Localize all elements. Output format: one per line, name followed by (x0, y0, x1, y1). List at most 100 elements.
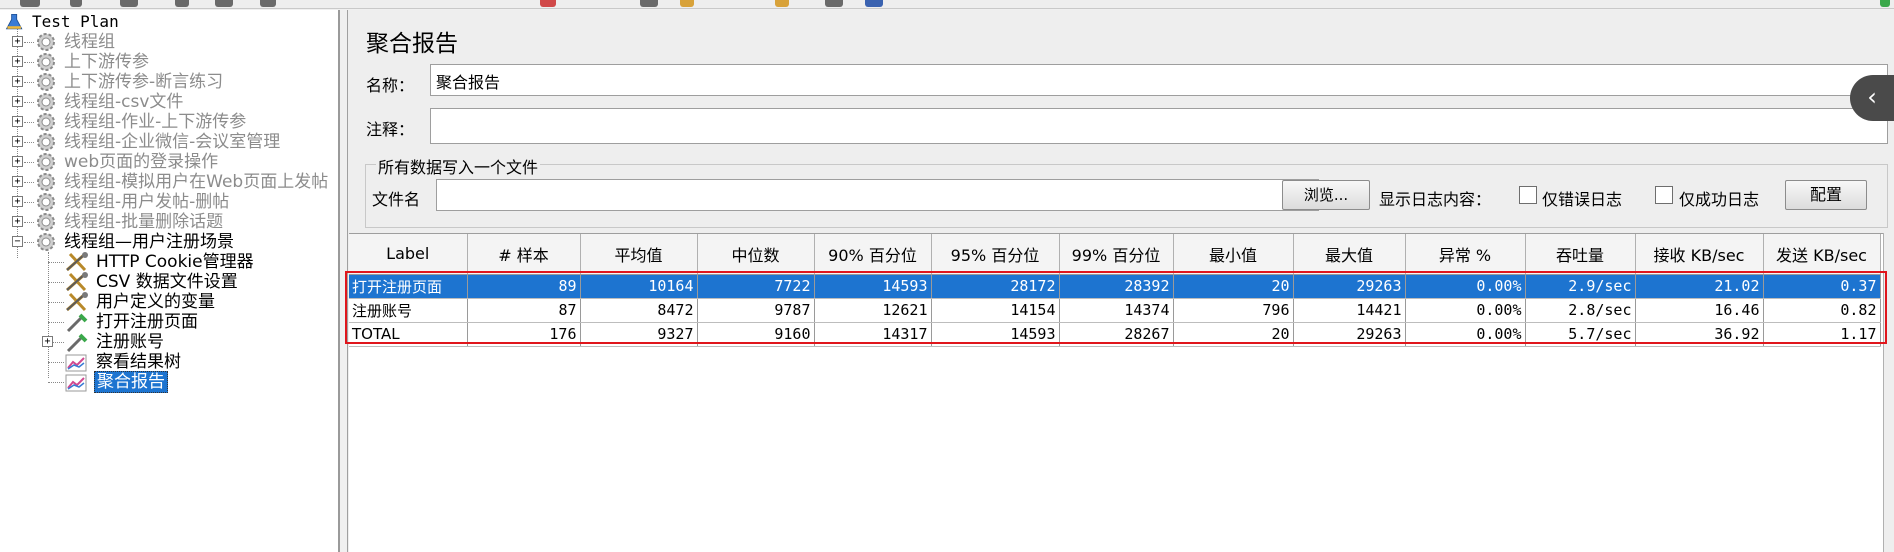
table-cell: 29263 (1293, 274, 1406, 299)
toolbar-icon[interactable] (20, 0, 40, 7)
column-header[interactable]: 中位数 (697, 234, 815, 275)
name-label: 名称： (366, 76, 415, 95)
errors-only-checkbox[interactable] (1519, 186, 1537, 204)
table-cell: 0.37 (1763, 274, 1881, 299)
table-row[interactable]: TOTAL 176 9327 9160 14317 14593 28267 20 29263 0.… (349, 322, 1881, 347)
comment-field[interactable] (430, 108, 1888, 144)
column-header[interactable]: # 样本 (467, 234, 581, 275)
column-header[interactable]: 最小值 (1173, 234, 1294, 275)
table-cell: 0.00% (1405, 274, 1526, 299)
expand-toggle-icon[interactable]: + (12, 36, 23, 47)
toolbar-icon[interactable] (175, 0, 189, 7)
toolbar-icon[interactable] (640, 0, 658, 7)
tree-connector (48, 282, 64, 283)
expand-toggle-icon[interactable]: + (12, 196, 23, 207)
tree-connector (24, 222, 34, 223)
table-cell: 14317 (814, 322, 932, 347)
expand-toggle-icon[interactable]: + (12, 156, 23, 167)
tree-label: 察看结果树 (96, 352, 181, 372)
tree-label: 线程组-批量删除话题 (64, 212, 224, 232)
table-cell: 9160 (697, 322, 815, 347)
table-row[interactable]: 注册账号 87 8472 9787 12621 14154 14374 796 14421 0.0… (349, 298, 1881, 323)
table-cell: 16.46 (1635, 298, 1764, 323)
tree-connector (48, 252, 49, 378)
table-cell: 0.00% (1405, 322, 1526, 347)
filename-label: 文件名 (372, 190, 421, 209)
column-header[interactable]: 异常 % (1405, 234, 1526, 275)
toolbar-icon[interactable] (865, 0, 883, 7)
table-cell: 5.7/sec (1525, 322, 1636, 347)
table-cell: 0.00% (1405, 298, 1526, 323)
toolbar-icon[interactable] (825, 0, 843, 7)
expand-toggle-icon[interactable]: + (12, 56, 23, 67)
column-header[interactable]: 平均值 (580, 234, 698, 275)
table-header-row: Label # 样本 平均值 中位数 90% 百分位 95% 百分位 99% 百分位 最小值最… (349, 234, 1881, 275)
toolbar-icon[interactable] (120, 0, 138, 7)
tree-connector (48, 302, 64, 303)
tree-label: 用户定义的变量 (96, 292, 215, 312)
column-header[interactable]: 99% 百分位 (1059, 234, 1174, 275)
expand-toggle-icon[interactable]: + (42, 336, 53, 347)
table-cell: 176 (467, 322, 581, 347)
scrollbar-track[interactable] (1883, 233, 1894, 552)
tree-connector (24, 202, 34, 203)
column-header[interactable]: 最大值 (1293, 234, 1406, 275)
tree-label: 上下游传参 (64, 52, 149, 72)
test-plan-tree[interactable]: Test Plan + 线程组 + 上下游传参 + 上下游传参-断言练习 + 线程组-csv文… (0, 10, 340, 552)
toolbar-icon[interactable] (540, 0, 556, 7)
tree-connector (24, 182, 34, 183)
column-header[interactable]: 95% 百分位 (931, 234, 1060, 275)
table-cell: 21.02 (1635, 274, 1764, 299)
tree-connector (24, 102, 34, 103)
tree-label: 线程组-用户发帖-删帖 (64, 192, 230, 212)
tree-connector (48, 362, 64, 363)
name-field[interactable]: 聚合报告 (430, 64, 1888, 96)
tree-label: 打开注册页面 (96, 312, 198, 332)
table-cell: 14421 (1293, 298, 1406, 323)
success-only-checkbox[interactable] (1655, 186, 1673, 204)
tree-connector (48, 262, 64, 263)
aggregate-table: Label # 样本 平均值 中位数 90% 百分位 95% 百分位 99% 百分位 最小值最… (349, 234, 1881, 347)
expand-toggle-icon[interactable]: + (12, 96, 23, 107)
results-table-area: Label # 样本 平均值 中位数 90% 百分位 95% 百分位 99% 百分位 最小值最… (349, 233, 1894, 552)
column-header[interactable]: 吞吐量 (1525, 234, 1636, 275)
tree-label: HTTP Cookie管理器 (96, 252, 254, 272)
tree-label: 注册账号 (96, 332, 164, 352)
filename-field[interactable] (436, 179, 1319, 211)
table-cell: 注册账号 (349, 298, 468, 323)
toolbar-icon[interactable] (1880, 0, 1890, 7)
table-row[interactable]: 打开注册页面 89 10164 7722 14593 28172 28392 20 29263 0… (349, 274, 1881, 299)
toolbar-icon[interactable] (260, 0, 276, 7)
configure-button[interactable]: 配置 (1785, 180, 1867, 210)
table-cell: 29263 (1293, 322, 1406, 347)
log-content-label: 显示日志内容： (1379, 190, 1492, 209)
table-cell: 20 (1173, 274, 1294, 299)
tree-connector (24, 242, 34, 243)
expand-toggle-icon[interactable]: + (12, 176, 23, 187)
column-header[interactable]: 90% 百分位 (814, 234, 932, 275)
tree-connector (24, 42, 34, 43)
table-cell: 2.9/sec (1525, 274, 1636, 299)
toolbar-icon[interactable] (775, 0, 789, 7)
chevron-left-icon: ‹ (1867, 83, 1877, 111)
toolbar-icon[interactable] (680, 0, 694, 7)
browse-button[interactable]: 浏览... (1282, 180, 1370, 210)
column-header[interactable]: Label (349, 234, 468, 275)
table-cell: 14593 (814, 274, 932, 299)
toolbar-icon[interactable] (215, 0, 233, 7)
expand-toggle-icon[interactable]: + (12, 76, 23, 87)
expand-toggle-icon[interactable]: + (12, 216, 23, 227)
tree-connector (48, 382, 64, 383)
table-cell: 28172 (931, 274, 1060, 299)
column-header[interactable]: 接收 KB/sec (1635, 234, 1764, 275)
tree-node-element[interactable]: 聚合报告 (64, 370, 168, 394)
collapse-panel-button[interactable]: ‹ (1850, 75, 1894, 121)
expand-toggle-icon[interactable]: + (12, 116, 23, 127)
toolbar-icon[interactable] (70, 0, 82, 7)
file-group-title: 所有数据写入一个文件 (376, 154, 541, 178)
tree-label: 线程组—用户注册场景 (64, 232, 234, 252)
column-header[interactable]: 发送 KB/sec (1763, 234, 1881, 275)
expand-toggle-icon[interactable]: + (12, 136, 23, 147)
expand-toggle-icon[interactable]: − (12, 236, 23, 247)
table-cell: 打开注册页面 (349, 274, 468, 299)
